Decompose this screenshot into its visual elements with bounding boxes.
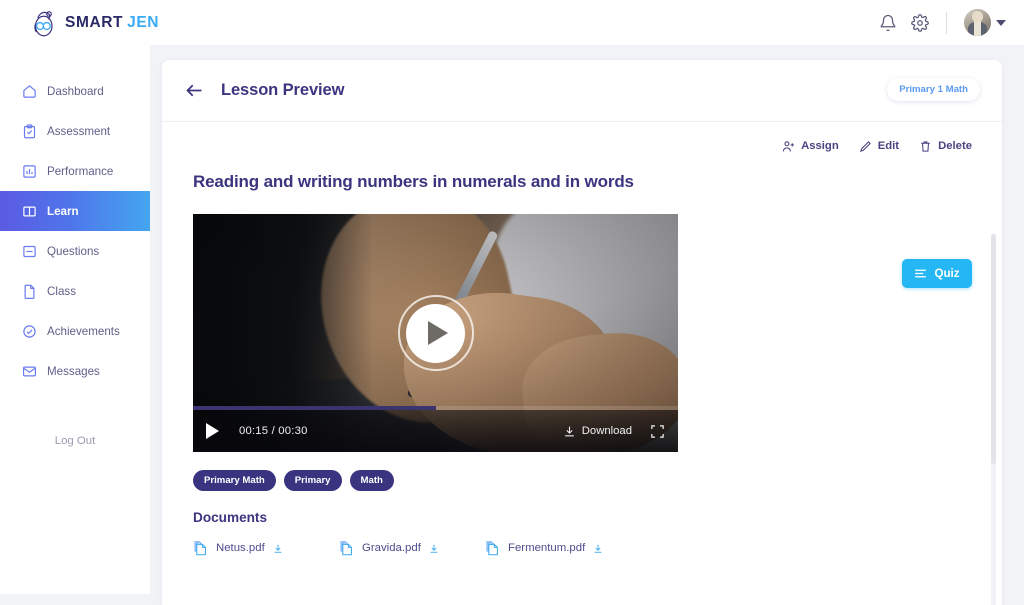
play-icon[interactable]	[206, 423, 219, 439]
delete-button[interactable]: Delete	[919, 140, 972, 153]
sidebar-item-label: Achievements	[47, 324, 120, 338]
status-badge[interactable]: Primary 1 Math	[887, 78, 980, 101]
document-name: Netus.pdf	[216, 542, 265, 554]
download-icon[interactable]	[273, 543, 283, 554]
sidebar-item-label: Performance	[47, 164, 114, 178]
chevron-down-icon[interactable]	[996, 19, 1006, 26]
download-icon[interactable]	[593, 543, 603, 554]
list-item[interactable]: Fermentum.pdf	[485, 540, 631, 556]
scrollbar[interactable]	[991, 234, 996, 605]
list-lines-icon	[915, 269, 927, 278]
sidebar-item-label: Messages	[47, 364, 100, 378]
sidebar-item-label: Questions	[47, 244, 100, 258]
clipboard-check-icon	[23, 123, 36, 138]
page-title: Lesson Preview	[221, 81, 345, 99]
sidebar-item-label: Dashboard	[47, 84, 104, 98]
sidebar-item-learn[interactable]: Learn	[0, 191, 150, 231]
documents-heading: Documents	[193, 510, 268, 525]
open-book-icon	[23, 206, 36, 216]
video-time-display: 00:15 / 00:30	[239, 425, 308, 437]
card-body: Assign Edit Delete Reading and writing n…	[162, 122, 1002, 605]
sidebar-item-class[interactable]: Class	[0, 271, 150, 311]
check-circle-icon	[23, 324, 36, 338]
envelope-icon	[22, 366, 37, 376]
tag-item[interactable]: Math	[349, 470, 394, 491]
edit-label: Edit	[877, 140, 900, 152]
document-name: Gravida.pdf	[362, 542, 421, 554]
sidebar-item-dashboard[interactable]: Dashboard	[0, 71, 150, 111]
pencil-icon	[859, 140, 871, 152]
document-icon	[24, 284, 35, 299]
edit-button[interactable]: Edit	[859, 140, 899, 153]
video-controls: 00:15 / 00:30 Download	[193, 406, 678, 452]
sidebar-item-questions[interactable]: Questions	[0, 231, 150, 271]
download-icon[interactable]	[429, 543, 439, 554]
gear-icon[interactable]	[911, 13, 929, 32]
bar-chart-icon	[23, 164, 36, 178]
card-header: Lesson Preview Primary 1 Math	[162, 60, 1002, 122]
avatar[interactable]	[964, 9, 991, 36]
pdf-file-icon	[194, 541, 206, 556]
list-item[interactable]: Netus.pdf	[193, 540, 339, 556]
brand-name-part1: SMART	[65, 13, 124, 31]
document-name: Fermentum.pdf	[508, 542, 586, 554]
scrollbar-thumb[interactable]	[991, 234, 996, 464]
delete-label: Delete	[938, 140, 972, 152]
brand-name: SMART JEN	[65, 14, 159, 32]
sidebar: Dashboard Assessment Performance Learn Q…	[0, 45, 150, 594]
pdf-file-icon	[340, 541, 352, 556]
logout-button[interactable]: Log Out	[0, 435, 150, 447]
download-icon	[564, 426, 574, 436]
lesson-title: Reading and writing numbers in numerals …	[193, 172, 634, 191]
sidebar-item-label: Learn	[47, 204, 79, 218]
play-button-large[interactable]	[397, 295, 474, 371]
pdf-file-icon	[486, 541, 498, 556]
top-bar: SMART JEN	[0, 0, 1024, 45]
assign-button[interactable]: Assign	[782, 140, 839, 153]
assign-label: Assign	[801, 140, 839, 152]
sidebar-item-label: Class	[47, 284, 76, 298]
quiz-label: Quiz	[934, 267, 960, 280]
tag-item[interactable]: Primary Math	[193, 470, 276, 491]
sidebar-item-achievements[interactable]: Achievements	[0, 311, 150, 351]
video-progress-bar[interactable]	[193, 406, 678, 410]
bell-icon[interactable]	[879, 14, 897, 32]
trash-icon	[921, 140, 930, 152]
sidebar-item-performance[interactable]: Performance	[0, 151, 150, 191]
video-download-button[interactable]: Download	[563, 425, 632, 438]
user-menu[interactable]	[964, 9, 1006, 36]
brand-logo[interactable]: SMART JEN	[28, 8, 159, 38]
quiz-button[interactable]: Quiz	[902, 259, 972, 288]
action-toolbar: Assign Edit Delete	[184, 122, 980, 158]
question-box-icon	[23, 245, 36, 257]
smartjen-character-logo-icon	[34, 10, 53, 36]
sidebar-item-messages[interactable]: Messages	[0, 351, 150, 391]
topbar-divider	[946, 11, 947, 34]
tag-list: Primary Math Primary Math	[193, 470, 980, 491]
list-item[interactable]: Gravida.pdf	[339, 540, 485, 556]
video-right-controls: Download	[563, 424, 665, 439]
brand-name-part2: JEN	[127, 13, 160, 31]
arrow-left-icon[interactable]	[184, 80, 205, 101]
tag-item[interactable]: Primary	[283, 470, 342, 491]
topbar-actions	[879, 9, 1006, 36]
fullscreen-icon[interactable]	[650, 424, 665, 439]
video-player[interactable]: 00:15 / 00:30 Download	[193, 214, 678, 452]
documents-list: Netus.pdf Gravida.pdf Fermentum.pdf	[193, 540, 980, 556]
play-icon	[406, 303, 465, 363]
sidebar-item-assessment[interactable]: Assessment	[0, 111, 150, 151]
video-progress-fill	[193, 406, 436, 410]
lesson-preview-card: Lesson Preview Primary 1 Math Assign Edi…	[162, 60, 1002, 605]
person-add-icon	[782, 140, 794, 151]
download-label: Download	[581, 425, 632, 437]
sidebar-item-label: Assessment	[47, 124, 111, 138]
home-icon	[23, 84, 36, 98]
